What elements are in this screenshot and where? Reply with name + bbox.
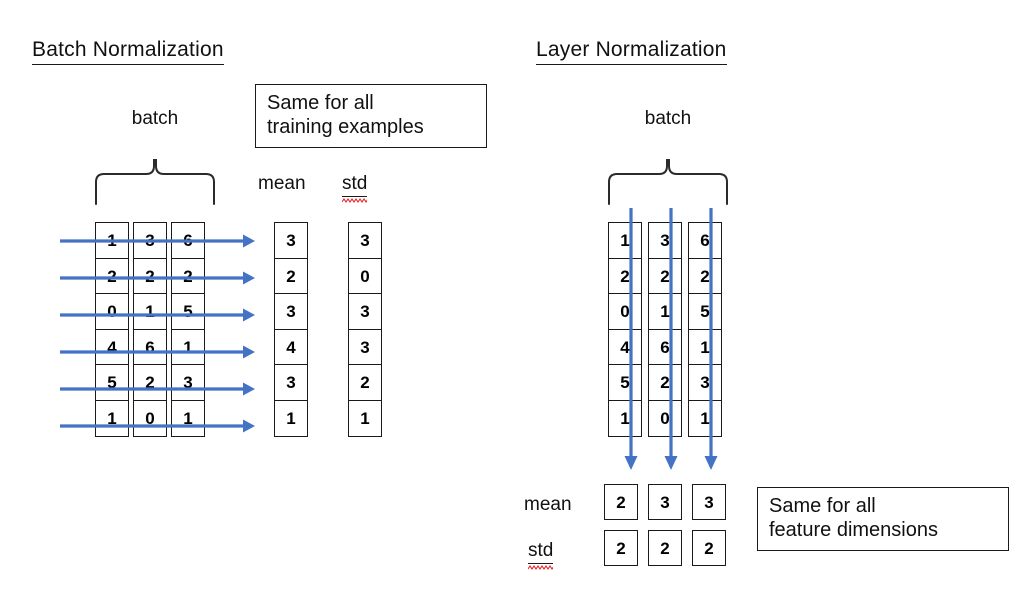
layer-norm-batch-label: batch <box>644 108 692 129</box>
batch-norm-batch-label: batch <box>131 108 179 129</box>
batch-norm-row-arrows <box>60 234 260 455</box>
mean-cell: 3 <box>274 222 308 259</box>
batch-norm-brace <box>92 158 220 206</box>
mean-cell: 3 <box>274 293 308 331</box>
mean-cell: 1 <box>274 400 308 438</box>
std-cell: 3 <box>348 222 382 259</box>
layer-norm-brace <box>605 158 733 206</box>
batch-norm-mean-label: mean <box>258 173 306 194</box>
layer-norm-std-label: std <box>528 540 554 564</box>
batch-norm-title: Batch Normalization <box>32 38 224 65</box>
mean-cell: 2 <box>604 484 638 520</box>
batch-norm-std-label-wrap: std <box>342 173 368 203</box>
layer-norm-title: Layer Normalization <box>536 38 727 65</box>
batch-norm-std-label: std <box>342 173 368 197</box>
batch-norm-std-column: 3 0 3 3 2 1 <box>348 222 382 438</box>
mean-cell: 3 <box>648 484 682 520</box>
spellcheck-squiggle-icon <box>528 565 554 570</box>
batch-norm-callout: Same for all training examples <box>255 84 487 148</box>
std-cell: 3 <box>348 328 382 366</box>
std-cell: 2 <box>692 530 726 566</box>
mean-cell: 3 <box>692 484 726 520</box>
layer-norm-callout: Same for all feature dimensions <box>757 487 1009 551</box>
layer-norm-mean-label: mean <box>524 494 572 515</box>
std-cell: 0 <box>348 257 382 295</box>
spellcheck-squiggle-icon <box>342 198 368 203</box>
mean-cell: 2 <box>274 257 308 295</box>
std-cell: 2 <box>604 530 638 566</box>
std-cell: 2 <box>348 364 382 402</box>
diagram-canvas: Batch Normalization batch 1 2 0 4 5 1 3 … <box>0 0 1024 598</box>
mean-cell: 3 <box>274 364 308 402</box>
mean-cell: 4 <box>274 328 308 366</box>
std-cell: 2 <box>648 530 682 566</box>
std-cell: 3 <box>348 293 382 331</box>
layer-norm-column-arrows <box>624 208 750 476</box>
layer-norm-std-label-wrap: std <box>528 540 554 570</box>
batch-norm-mean-column: 3 2 3 4 3 1 <box>274 222 308 438</box>
std-cell: 1 <box>348 400 382 438</box>
